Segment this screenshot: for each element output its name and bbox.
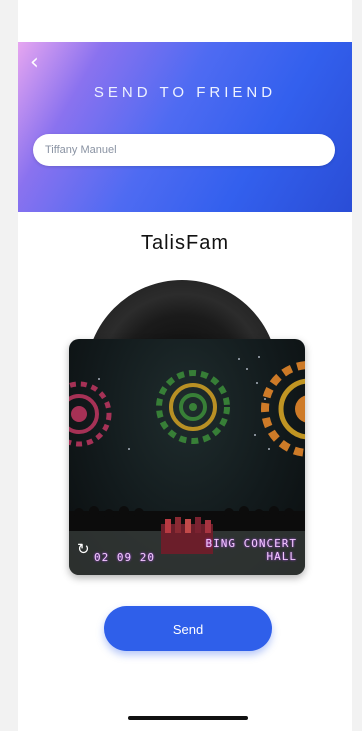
recipient-input[interactable]: Tiffany Manuel bbox=[33, 134, 335, 166]
left-spiral-light bbox=[69, 381, 112, 447]
photo-date-stamp: 02 09 20 bbox=[94, 551, 155, 564]
center-spiral-light bbox=[156, 370, 230, 444]
chevron-left-icon[interactable]: ‹ bbox=[30, 52, 50, 74]
send-header: ‹ SEND TO FRIEND Tiffany Manuel bbox=[18, 42, 352, 212]
screen: ‹ SEND TO FRIEND Tiffany Manuel TalisFam bbox=[18, 0, 352, 731]
send-button[interactable]: Send bbox=[104, 606, 272, 651]
right-spiral-light bbox=[261, 361, 305, 457]
photo-location-line1: BING CONCERT bbox=[205, 537, 297, 550]
page-title: SEND TO FRIEND bbox=[93, 84, 277, 101]
home-indicator bbox=[128, 716, 248, 720]
refresh-icon[interactable]: ↻ bbox=[77, 541, 93, 557]
ceiling-lights bbox=[98, 356, 270, 450]
status-bar bbox=[18, 0, 352, 42]
photo-location: BING CONCERT HALL bbox=[206, 537, 297, 563]
photo-location-line2: HALL bbox=[266, 550, 297, 563]
playlist-name: TalisFam bbox=[140, 232, 229, 254]
photo-card[interactable]: ↻ 02 09 20 BING CONCERT HALL bbox=[69, 339, 305, 575]
